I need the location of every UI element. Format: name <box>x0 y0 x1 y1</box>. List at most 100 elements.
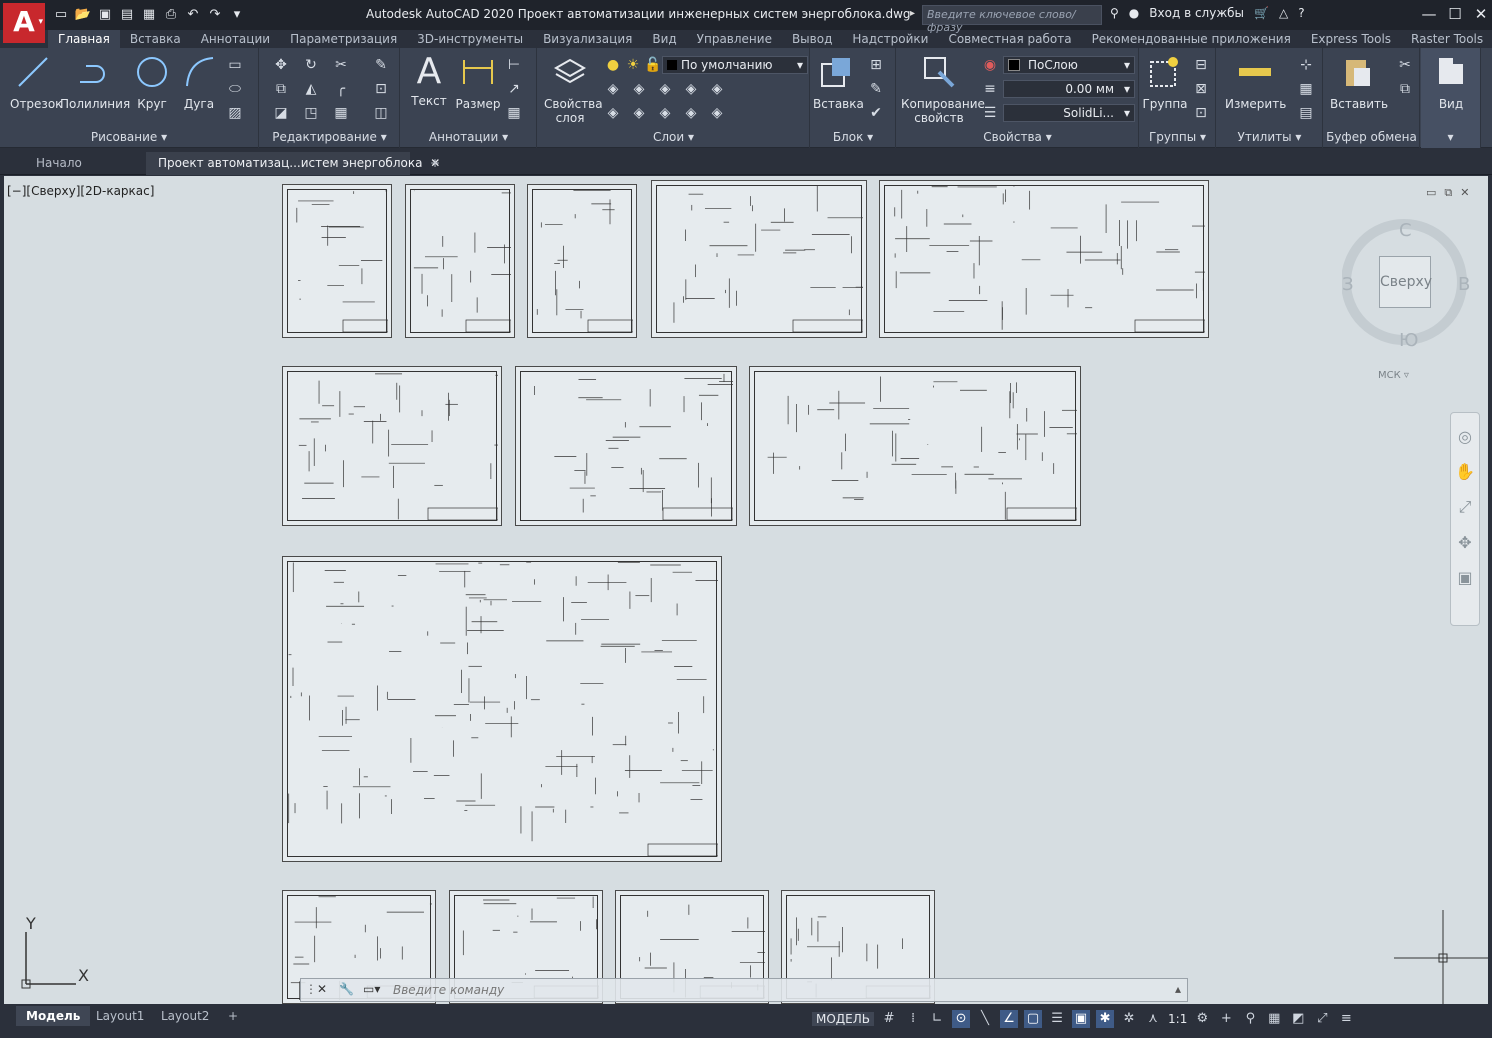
drawing-sheet[interactable] <box>282 556 722 862</box>
group-button[interactable]: Группа <box>1142 54 1188 111</box>
drawing-sheet[interactable] <box>515 366 737 526</box>
command-customize-icon[interactable]: 🔧 <box>339 982 354 996</box>
properties-panel-title[interactable]: Свойства ▾ <box>897 130 1138 144</box>
rotate-icon[interactable]: ↻ <box>302 56 320 74</box>
layer-dropdown[interactable]: По умолчанию ▾ <box>662 56 808 74</box>
edit-block-icon[interactable]: ✎ <box>867 80 885 98</box>
drawing-sheet[interactable] <box>282 184 392 338</box>
annotation-scale-icon[interactable]: ⋏ <box>1144 1010 1162 1028</box>
new-icon[interactable]: ▭ <box>52 5 70 23</box>
groups-panel-title[interactable]: Группы ▾ <box>1140 130 1215 144</box>
layer-tool-icon[interactable]: ◈ <box>656 80 674 98</box>
ribbon-tab[interactable]: Вставка <box>120 30 191 48</box>
annotation-visibility-icon[interactable]: ✱ <box>1096 1010 1115 1028</box>
lineweight-dropdown[interactable]: 0.00 мм ▾ <box>1003 80 1135 98</box>
scale-icon[interactable]: ◳ <box>302 104 320 122</box>
snap-icon[interactable]: ⁞ <box>904 1010 922 1028</box>
annotation-panel-title[interactable]: Аннотации ▾ <box>401 130 536 144</box>
transparency-icon[interactable]: ▣ <box>1072 1010 1091 1028</box>
command-close-icon[interactable]: ✕ <box>317 982 327 996</box>
leader-icon[interactable]: ↗ <box>505 80 523 98</box>
command-grip-icon[interactable]: ⋮ <box>305 982 317 996</box>
explode-icon[interactable]: ⊡ <box>372 80 390 98</box>
save-as-icon[interactable]: ▤ <box>118 5 136 23</box>
line-button[interactable]: Отрезок <box>10 54 62 111</box>
viewport-controls[interactable]: [−][Сверху][2D-каркас] <box>7 184 154 198</box>
compass-north[interactable]: С <box>1399 220 1412 241</box>
ribbon-tab[interactable]: Рекомендованные приложения <box>1082 30 1301 48</box>
dimension-button[interactable]: Размер <box>455 54 501 111</box>
new-tab-button[interactable]: + <box>418 152 452 175</box>
application-menu-button[interactable]: A ▾ <box>3 3 45 43</box>
move-icon[interactable]: ✥ <box>272 56 290 74</box>
showmotion-icon[interactable]: ▣ <box>1451 568 1479 587</box>
object-snap-tracking-icon[interactable]: ∠ <box>1000 1010 1019 1028</box>
text-button[interactable]: A Текст <box>409 54 449 109</box>
compass-south[interactable]: Ю <box>1399 330 1418 351</box>
view-panel-expand-icon[interactable]: ▾ <box>1421 130 1480 144</box>
open-icon[interactable]: 📂 <box>74 5 92 23</box>
drawing-sheet[interactable] <box>282 366 502 526</box>
isolate-objects-icon[interactable]: ◩ <box>1289 1010 1307 1028</box>
ribbon-tab[interactable]: Визуализация <box>533 30 642 48</box>
viewport-minimize-icon[interactable]: ▭ <box>1426 186 1436 200</box>
minimize-icon[interactable]: — <box>1416 4 1442 24</box>
lineweight-toggle-icon[interactable]: ☰ <box>1048 1010 1066 1028</box>
search-expand-icon[interactable]: ▸ <box>910 8 915 19</box>
plot-icon[interactable]: ⎙ <box>162 5 180 23</box>
drawing-sheet[interactable] <box>879 180 1209 338</box>
ribbon-tab[interactable]: Параметризация <box>280 30 407 48</box>
current-drawing-tab[interactable]: Проект автоматизац...истем энергоблока ✕ <box>146 152 440 175</box>
ribbon-tab[interactable]: Аннотации <box>191 30 280 48</box>
viewport-close-icon[interactable]: ✕ <box>1460 186 1469 200</box>
compass-west[interactable]: З <box>1342 274 1354 295</box>
redo-icon[interactable]: ↷ <box>206 5 224 23</box>
layer-tool-icon[interactable]: ◈ <box>604 104 622 122</box>
rectangle-icon[interactable]: ▭ <box>226 56 244 74</box>
layer-tool-icon[interactable]: ◈ <box>630 104 648 122</box>
layer-tool-icon[interactable]: ◈ <box>708 80 726 98</box>
ungroup-icon[interactable]: ⊟ <box>1192 56 1210 74</box>
view-button[interactable]: Вид <box>1429 54 1473 111</box>
drawing-sheet[interactable] <box>749 366 1081 526</box>
pan-icon[interactable]: ✋ <box>1451 462 1479 481</box>
maximize-icon[interactable]: ☐ <box>1442 4 1468 24</box>
auto-scale-icon[interactable]: ✲ <box>1120 1010 1138 1028</box>
orbit-icon[interactable]: ✥ <box>1451 533 1479 552</box>
layout2-tab[interactable]: Layout2 <box>151 1006 219 1026</box>
layer-properties-button[interactable]: Свойства слоя <box>544 54 603 125</box>
ribbon-tab[interactable]: Вид <box>642 30 686 48</box>
ribbon-tab[interactable]: Надстройки <box>842 30 938 48</box>
hatch-icon[interactable]: ▨ <box>226 104 244 122</box>
drawing-sheet[interactable] <box>527 184 637 338</box>
ribbon-tab[interactable]: 3D-инструменты <box>407 30 533 48</box>
model-tab[interactable]: Модель <box>16 1006 91 1026</box>
layer-tool-icon[interactable]: ◈ <box>682 80 700 98</box>
layer-tool-icon[interactable]: ◈ <box>604 80 622 98</box>
isodraft-icon[interactable]: ╲ <box>976 1010 994 1028</box>
group-select-icon[interactable]: ⊡ <box>1192 104 1210 122</box>
viewport-restore-icon[interactable]: ⧉ <box>1444 186 1452 200</box>
measure-button[interactable]: Измерить <box>1225 54 1286 111</box>
linetype-dropdown[interactable]: SolidLi... ▾ <box>1003 104 1135 122</box>
ortho-icon[interactable]: ∟ <box>928 1010 946 1028</box>
save-icon[interactable]: ▣ <box>96 5 114 23</box>
array-icon[interactable]: ▦ <box>332 104 350 122</box>
sign-in-button[interactable]: Вход в службы <box>1149 6 1244 20</box>
layer-tool-icon[interactable]: ◈ <box>682 104 700 122</box>
close-icon[interactable]: ✕ <box>1468 4 1492 24</box>
object-snap-icon[interactable]: ▢ <box>1024 1010 1043 1028</box>
qat-customize-icon[interactable]: ▾ <box>228 5 246 23</box>
drawing-sheet[interactable] <box>651 180 867 338</box>
command-expand-icon[interactable]: ▴ <box>1175 982 1181 996</box>
user-icon[interactable]: ● <box>1129 6 1139 20</box>
command-history-icon[interactable]: ▭▾ <box>363 982 380 996</box>
zoom-extents-icon[interactable]: ⤢ <box>1451 497 1479 517</box>
workspace-gear-icon[interactable]: ⚙ <box>1193 1010 1211 1028</box>
create-block-icon[interactable]: ⊞ <box>867 56 885 74</box>
arc-button[interactable]: Дуга <box>178 54 220 111</box>
ribbon-tab[interactable]: Главная <box>48 30 120 48</box>
model-space-button[interactable]: МОДЕЛЬ <box>812 1012 875 1026</box>
ribbon-tab[interactable]: Управление <box>687 30 782 48</box>
polyline-button[interactable]: Полилиния <box>60 54 130 111</box>
